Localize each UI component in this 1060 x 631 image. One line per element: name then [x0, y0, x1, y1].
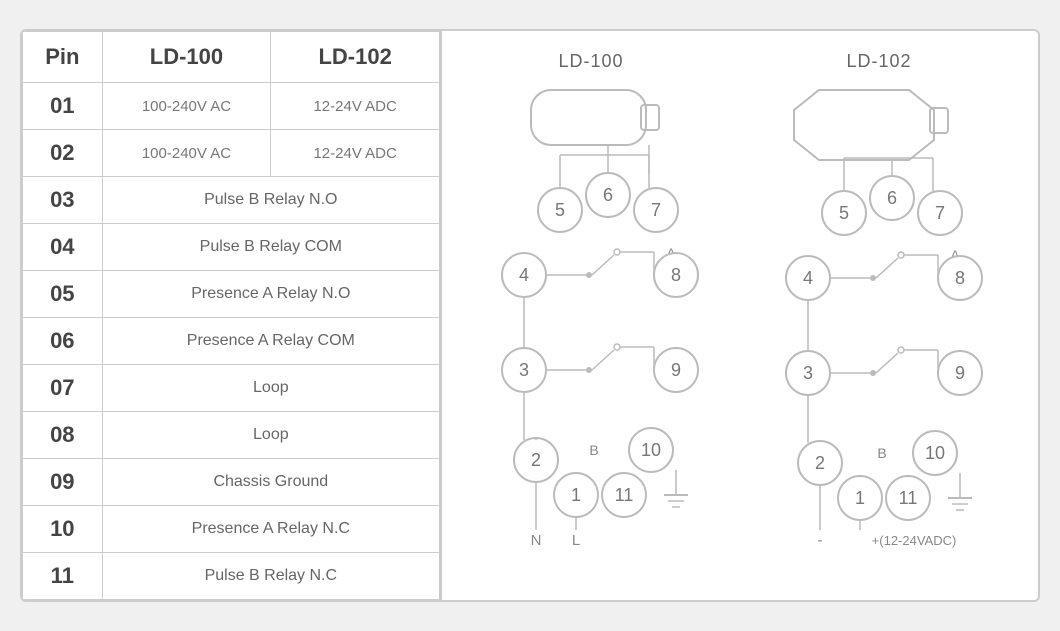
svg-text:11: 11 — [615, 485, 634, 505]
ld100-01: 100-240V AC — [102, 83, 271, 130]
svg-text:6: 6 — [603, 185, 613, 205]
svg-text:9: 9 — [955, 363, 965, 383]
table-row: 06 Presence A Relay COM — [23, 318, 440, 365]
svg-text:1: 1 — [571, 485, 581, 505]
pin-06: 06 — [23, 318, 103, 365]
ld102-title: LD-102 — [846, 51, 911, 72]
ld102-01: 12-24V ADC — [271, 83, 440, 130]
ld102-diagram: LD-102 6 7 5 A — [734, 51, 1024, 570]
svg-text:8: 8 — [955, 268, 965, 288]
ld102-svg: 6 7 5 A 4 8 — [734, 80, 1024, 570]
table-section: Pin LD-100 LD-102 01 100-240V AC 12-24V … — [22, 31, 442, 600]
svg-text:2: 2 — [815, 453, 825, 473]
svg-text:8: 8 — [671, 265, 681, 285]
desc-04: Pulse B Relay COM — [102, 224, 439, 271]
svg-text:7: 7 — [651, 200, 661, 220]
svg-text:7: 7 — [935, 203, 945, 223]
svg-text:B: B — [877, 445, 886, 461]
svg-text:9: 9 — [671, 360, 681, 380]
svg-text:+(12-24VADC): +(12-24VADC) — [872, 533, 957, 548]
svg-text:4: 4 — [803, 268, 813, 288]
svg-text:2: 2 — [531, 450, 541, 470]
table-row: 08 Loop — [23, 412, 440, 459]
table-row: 01 100-240V AC 12-24V ADC — [23, 83, 440, 130]
desc-07: Loop — [102, 365, 439, 412]
ld100-title: LD-100 — [558, 51, 623, 72]
pin-10: 10 — [23, 506, 103, 553]
desc-11: Pulse B Relay N.C — [102, 553, 439, 600]
ld102-02: 12-24V ADC — [271, 130, 440, 177]
svg-text:L: L — [572, 532, 580, 549]
desc-10: Presence A Relay N.C — [102, 506, 439, 553]
table-row: 04 Pulse B Relay COM — [23, 224, 440, 271]
table-row: 07 Loop — [23, 365, 440, 412]
pin-01: 01 — [23, 83, 103, 130]
diagram-section: LD-100 6 7 — [442, 31, 1038, 600]
pin-04: 04 — [23, 224, 103, 271]
header-ld100: LD-100 — [102, 32, 271, 83]
desc-06: Presence A Relay COM — [102, 318, 439, 365]
ld100-02: 100-240V AC — [102, 130, 271, 177]
svg-text:1: 1 — [855, 488, 865, 508]
header-ld102: LD-102 — [271, 32, 440, 83]
pin-table: Pin LD-100 LD-102 01 100-240V AC 12-24V … — [22, 31, 440, 600]
header-pin: Pin — [23, 32, 103, 83]
desc-09: Chassis Ground — [102, 459, 439, 506]
table-row: 03 Pulse B Relay N.O — [23, 177, 440, 224]
pin-11: 11 — [23, 553, 103, 600]
svg-text:6: 6 — [887, 188, 897, 208]
svg-text:B: B — [589, 442, 598, 458]
ld100-svg: 6 7 5 A 4 8 — [456, 80, 726, 570]
table-row: 02 100-240V AC 12-24V ADC — [23, 130, 440, 177]
svg-text:N: N — [531, 532, 542, 549]
table-row: 05 Presence A Relay N.O — [23, 271, 440, 318]
svg-text:5: 5 — [555, 200, 565, 220]
svg-text:5: 5 — [839, 203, 849, 223]
main-container: Pin LD-100 LD-102 01 100-240V AC 12-24V … — [20, 29, 1040, 602]
svg-text:3: 3 — [519, 360, 529, 380]
pin-03: 03 — [23, 177, 103, 224]
ld100-diagram: LD-100 6 7 — [456, 51, 726, 570]
pin-08: 08 — [23, 412, 103, 459]
svg-text:-: - — [818, 532, 823, 549]
pin-02: 02 — [23, 130, 103, 177]
svg-text:3: 3 — [803, 363, 813, 383]
table-row: 09 Chassis Ground — [23, 459, 440, 506]
svg-text:4: 4 — [519, 265, 529, 285]
svg-text:10: 10 — [925, 443, 945, 463]
pin-09: 09 — [23, 459, 103, 506]
table-row: 11 Pulse B Relay N.C — [23, 553, 440, 600]
svg-text:10: 10 — [641, 440, 661, 460]
desc-08: Loop — [102, 412, 439, 459]
pin-07: 07 — [23, 365, 103, 412]
svg-text:11: 11 — [899, 488, 918, 508]
desc-05: Presence A Relay N.O — [102, 271, 439, 318]
pin-05: 05 — [23, 271, 103, 318]
table-row: 10 Presence A Relay N.C — [23, 506, 440, 553]
diagrams-row: LD-100 6 7 — [442, 41, 1038, 590]
desc-03: Pulse B Relay N.O — [102, 177, 439, 224]
